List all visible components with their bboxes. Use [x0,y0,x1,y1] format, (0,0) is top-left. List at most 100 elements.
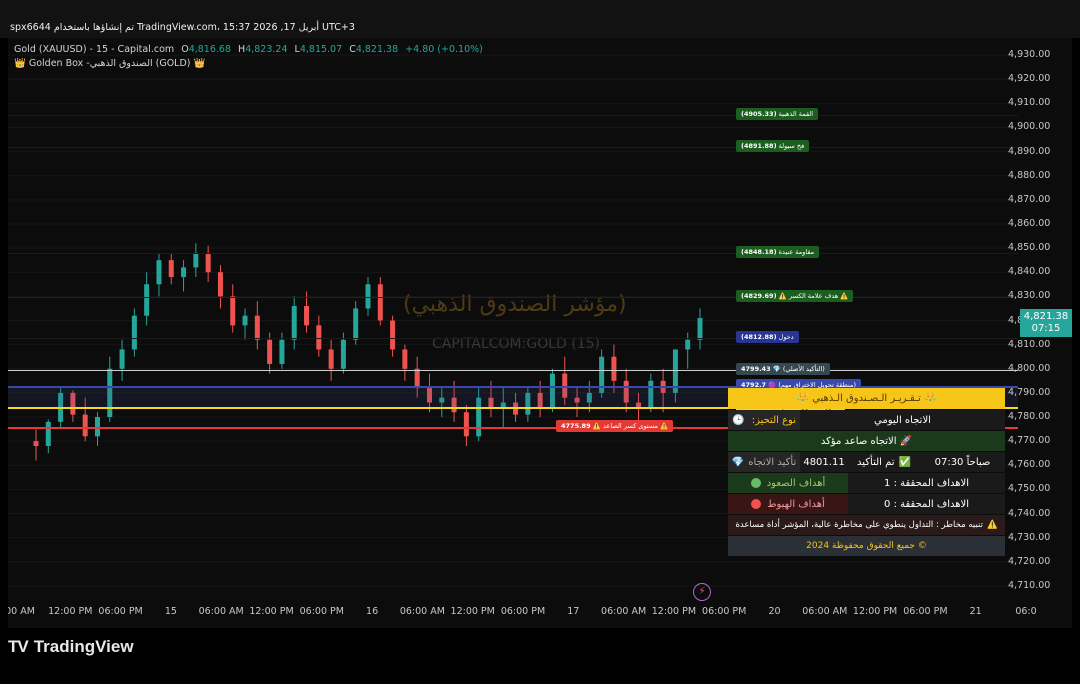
confirm-tag: 4799.43 💎 (التأكيد الأصلي) [736,363,830,376]
entry-value: (4812.88) [741,332,777,341]
time-axis-label: 21 [969,606,982,617]
bias-value: الاتجاه صاعد مؤكد 🚀 [820,435,913,447]
price-axis-label: 4,760.00 [1008,459,1051,471]
price-axis-label: 4,750.00 [1008,483,1051,495]
golden-box-report-panel: 👑 تـقـريـر الـصـندوق الـذهبي 👑 🕒 :نوع ال… [728,388,1005,557]
candle [156,260,162,285]
breakdown-tag: 4775.89 ⚠️ مستوى كسر الصاعد ⚠️ [556,419,674,432]
liquidity-zone-value: (4891.88) [741,142,777,151]
candle [242,315,248,326]
confirm-label: 💎 (التأكيد الأصلي) [770,365,825,374]
confirm-label: 💎 تأكيد الاتجاه [728,452,800,472]
price-axis-label: 4,730.00 [1008,531,1051,543]
time-axis-label: 06:00 AM [802,606,848,617]
price-axis-label: 4,850.00 [1008,242,1051,254]
candle [82,414,88,437]
candle [217,272,223,297]
golden-peak-tag: (4905.33) القمة الذهبية [736,107,819,120]
candle [291,306,297,340]
candle [230,296,236,326]
watermark-title: (مؤشر الصندوق الذهبي) [403,292,627,317]
panel-title: 👑 تـقـريـر الـصـندوق الـذهبي 👑 [796,393,937,404]
targets-down-label-text: أهداف الهبوط [767,498,825,510]
price-axis-label: 4,870.00 [1008,193,1051,205]
confirm-value: 4799.43 [741,365,771,374]
liquidity-zone-label: فخ سيولة [776,142,805,151]
high-value: 4,823.24 [245,44,288,55]
price-axis-label: 4,930.00 [1008,49,1051,61]
price-axis-label: 4,910.00 [1008,97,1051,109]
copyright: جميع الحقوق محفوظة 2024 © [806,541,927,551]
green-dot-icon [750,478,761,488]
time-axis-label: 12:00 PM [48,606,93,617]
price-axis-label: 4,880.00 [1008,169,1051,181]
targets-down-label: أهداف الهبوط [728,494,848,514]
candle [279,339,285,364]
resistance-value: (4848.18) [741,247,777,256]
candle [390,320,396,350]
candle [377,284,383,321]
warning-icon: ⚠️ [986,520,998,530]
clock-icon: 🕒 [732,414,745,426]
price-axis-label: 4,840.00 [1008,266,1051,278]
time-axis-label: 12:00 PM [852,606,898,617]
bias-label-text: :نوع التحيز [751,414,796,426]
reversal-signal-label: هدف علامة الكسر ⚠️ [786,292,849,301]
candle [328,349,334,369]
time-axis-label: 12:00 PM [249,606,294,617]
red-dot-icon [751,499,762,509]
confirm-price: 4801.11 [800,452,848,472]
targets-up-label: أهداف الصعود [728,473,848,493]
confirm-status-text: تم التأكيد [857,456,895,468]
footer [0,628,1080,684]
low-value: 4,815.07 [299,44,343,55]
brand-name: TradingView [33,637,134,656]
price-axis-label: 4,810.00 [1008,338,1051,350]
indicator-legend[interactable]: 👑 Golden Box -الصندوق الذهبي (GOLD) 👑 [14,58,205,69]
price-axis-label: 4,780.00 [1008,411,1051,423]
entry-label: دخول [776,332,794,341]
price-axis-label: 4,900.00 [1008,121,1051,133]
tradingview-logo-icon: TV [8,637,29,656]
candle [131,315,137,350]
candle [267,339,273,364]
close-label: C [349,44,356,55]
top-bar: spx6644 تم إنشاؤها باستخدام TradingView.… [0,0,1080,38]
entry-tag: (4812.88) دخول [736,330,799,343]
close-value: 4,821.38 [355,44,399,55]
candle [304,306,310,326]
resistance-line [8,252,1018,254]
time-axis-label: 06:0 [1015,606,1037,617]
lightning-icon[interactable]: ⚡ [693,583,711,601]
open-value: 4,816.68 [188,44,232,55]
candle [340,339,346,369]
daily-trend-label: الاتجاه اليومي [800,410,1005,430]
time-axis-label: 15 [164,606,177,617]
candle [697,318,703,340]
time-axis-label: 06:00 PM [500,606,546,617]
entry-line [8,337,1018,339]
candle [402,349,408,369]
golden-peak-label: القمة الذهبية [776,109,814,118]
price-axis-label: 4,720.00 [1008,555,1051,567]
candle [33,441,39,446]
ohlc-legend: Gold (XAUUSD) - 15 - Capital.com O4,816.… [14,44,483,55]
candle [611,356,617,381]
time-axis-label: 00 AM [8,606,35,617]
price-axis-label: 4,890.00 [1008,145,1051,157]
time-axis-label: 12:00 PM [450,606,495,617]
golden-peak-line [8,114,1018,116]
confirm-status: تم التأكيد ✅ [848,452,920,472]
confirm-label-text: تأكيد الاتجاه [748,456,797,468]
candle [463,412,469,437]
liquidity-zone-tag: (4891.88) فخ سيولة [736,140,810,153]
time-axis-label: 06:00 AM [601,606,647,617]
candle [193,252,199,268]
bias-label: 🕒 :نوع التحيز [728,410,800,430]
tradingview-logo[interactable]: TV TradingView [8,637,134,657]
status-line: spx6644 تم إنشاؤها باستخدام TradingView.… [10,22,355,33]
candle [685,339,691,350]
price-axis-label: 4,830.00 [1008,290,1051,302]
time-axis-label: 06:00 PM [702,606,747,617]
resistance-label: مقاومة عنيدة [776,247,815,256]
